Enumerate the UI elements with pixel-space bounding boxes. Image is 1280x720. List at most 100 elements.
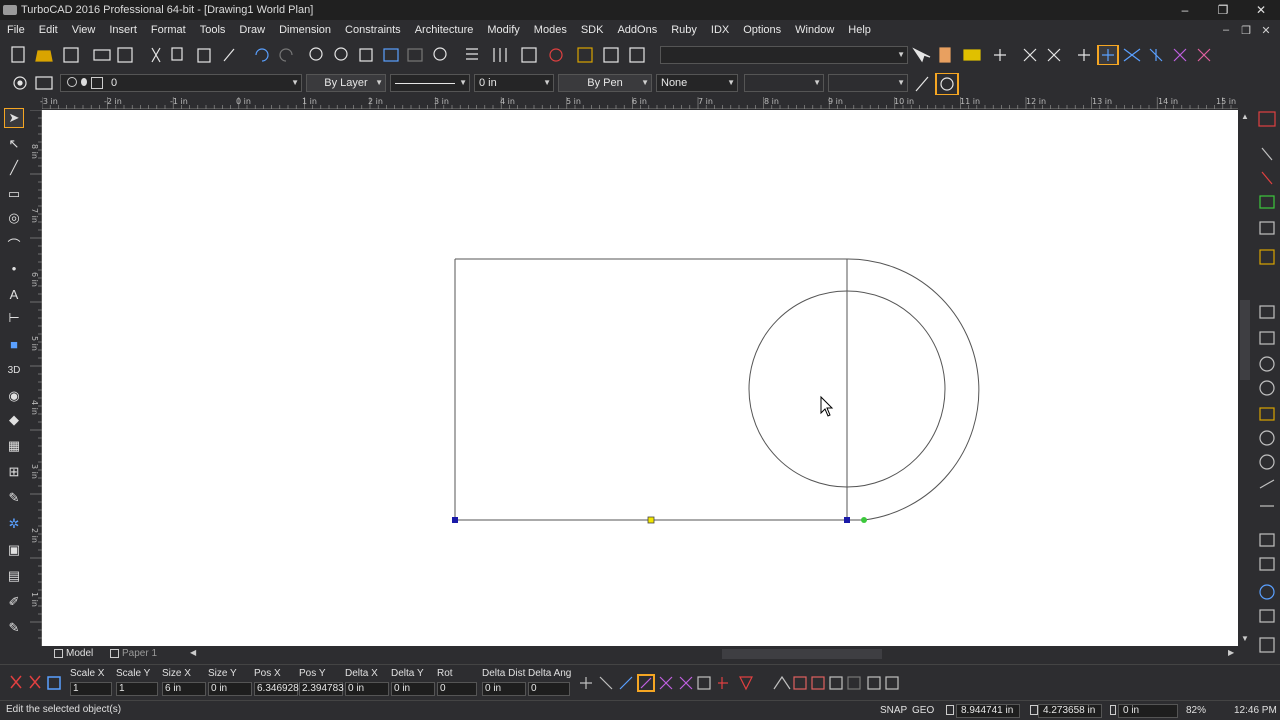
layer-combo[interactable]: 0 ▼ (60, 74, 302, 92)
menu-help[interactable]: Help (841, 20, 878, 40)
vertical-scroll-thumb[interactable] (1240, 300, 1250, 380)
grid-tool-icon[interactable]: ▦ (4, 436, 24, 456)
render-tool-icon[interactable]: ◉ (4, 386, 24, 406)
pen-tool-icon[interactable]: ✎ (4, 488, 24, 508)
horizontal-scroll-thumb[interactable] (722, 649, 882, 659)
clock: 12:46 PM (1234, 705, 1277, 716)
menu-view[interactable]: View (65, 20, 103, 40)
rotation-label: Rot (437, 668, 453, 679)
dimension-tool-icon[interactable]: ⊢ (4, 308, 24, 328)
insert-tool-icon[interactable]: ▤ (4, 566, 24, 586)
rotation-field[interactable]: 0 (437, 682, 477, 696)
size-x-field[interactable]: 6 in (162, 682, 206, 696)
menu-edit[interactable]: Edit (32, 20, 65, 40)
paste-icon (197, 48, 211, 63)
menu-ruby[interactable]: Ruby (664, 20, 704, 40)
edit-tool-icon[interactable]: ↖ (4, 134, 24, 154)
menu-window[interactable]: Window (788, 20, 841, 40)
zoom-full-icon (433, 47, 447, 61)
snap-toggle[interactable]: SNAP (880, 704, 907, 718)
scroll-up-icon[interactable]: ▲ (1241, 112, 1249, 121)
scale-x-field[interactable]: 1 (70, 682, 112, 696)
menu-architecture[interactable]: Architecture (408, 20, 481, 40)
offset-icon (829, 676, 843, 690)
delta-dist-field[interactable]: 0 in (482, 682, 526, 696)
tab-paper-1[interactable]: Paper 1 (108, 647, 157, 661)
arc-tool-icon[interactable]: ⌒ (4, 234, 24, 254)
paper-icon (110, 649, 119, 658)
minimize-button[interactable]: – (1166, 0, 1204, 20)
delta-y-field[interactable]: 0 in (391, 682, 435, 696)
line-tool-icon[interactable]: ╱ (4, 158, 24, 178)
line-style-combo[interactable]: ▼ (390, 74, 470, 92)
geo-toggle[interactable]: GEO (912, 704, 934, 718)
menu-options[interactable]: Options (736, 20, 788, 40)
print-icon (93, 49, 111, 61)
measure-tool-icon[interactable]: ⊞ (4, 462, 24, 482)
scroll-down-icon[interactable]: ▼ (1241, 634, 1249, 643)
delta-angle-field[interactable]: 0 (528, 682, 570, 696)
rectangle-tool-icon[interactable]: ▭ (4, 184, 24, 204)
cone-icon (1259, 454, 1275, 470)
menu-dimension[interactable]: Dimension (272, 20, 338, 40)
y-coordinate-field[interactable]: 4.273658 in (1038, 704, 1102, 718)
scroll-left-icon[interactable]: ◀ (190, 648, 196, 657)
pattern-combo[interactable]: None ▼ (656, 74, 738, 92)
point-tool-icon[interactable]: • (4, 258, 24, 278)
gear-tool-icon[interactable]: ✲ (4, 514, 24, 534)
doc-restore-button[interactable]: ❐ (1236, 20, 1256, 40)
modify-tool-icon[interactable]: ◆ (4, 410, 24, 430)
drawing-canvas[interactable] (42, 110, 1238, 646)
select-tool-icon[interactable]: ➤ (4, 108, 24, 128)
ruler-label: 8 in (764, 97, 779, 106)
menu-draw[interactable]: Draw (232, 20, 272, 40)
x-coordinate-field[interactable]: 8.944741 in (956, 704, 1020, 718)
fill-tool-icon[interactable]: ■ (4, 334, 24, 354)
chamfer-icon (847, 676, 861, 690)
pos-x-field[interactable]: 6.346928 (254, 682, 299, 696)
text-tool-icon[interactable]: A (4, 284, 24, 304)
color-icon (549, 48, 563, 62)
menu-tools[interactable]: Tools (193, 20, 233, 40)
circle-tool-icon[interactable]: ◎ (4, 208, 24, 228)
property-toolbar: 0 ▼ By Layer ▼ ▼ 0 in ▼ By Pen ▼ None ▼ ▼ ▼ (0, 70, 1280, 96)
scale-y-field[interactable]: 1 (116, 682, 158, 696)
menu-idx[interactable]: IDX (704, 20, 736, 40)
3d-tool-icon[interactable]: 3D (4, 360, 24, 380)
command-combo[interactable]: ▼ (660, 46, 908, 64)
maximize-button[interactable]: ❐ (1204, 0, 1242, 20)
menu-sdk[interactable]: SDK (574, 20, 611, 40)
size-y-field[interactable]: 0 in (208, 682, 252, 696)
standard-toolbar: ▼ (0, 42, 1280, 68)
ruler-label: 3 in (30, 464, 39, 479)
line-width-combo[interactable]: 0 in ▼ (474, 74, 554, 92)
z-coordinate-field[interactable]: 0 in (1118, 704, 1178, 718)
close-button[interactable]: ✕ (1242, 0, 1280, 20)
cut-icon (151, 47, 161, 63)
pos-y-field[interactable]: 2.394783 (299, 682, 344, 696)
menu-format[interactable]: Format (144, 20, 193, 40)
pos-y-label: Pos Y (299, 668, 326, 679)
menu-constraints[interactable]: Constraints (338, 20, 408, 40)
pen-combo[interactable]: By Pen ▼ (558, 74, 652, 92)
block-tool-icon[interactable]: ▣ (4, 540, 24, 560)
menu-modes[interactable]: Modes (527, 20, 574, 40)
vertical-scrollbar[interactable]: ▲ ▼ (1238, 110, 1252, 646)
size-x-label: Size X (162, 668, 191, 679)
snap-intersection-icon (1123, 48, 1141, 62)
delta-x-field[interactable]: 0 in (345, 682, 389, 696)
menu-insert[interactable]: Insert (102, 20, 144, 40)
doc-minimize-button[interactable]: – (1216, 20, 1236, 40)
doc-close-button[interactable]: ✕ (1256, 20, 1276, 40)
property-extra-icons (915, 73, 959, 95)
menu-file[interactable]: File (0, 20, 32, 40)
inspector-tool-icons (580, 674, 899, 692)
menu-modify[interactable]: Modify (480, 20, 526, 40)
scroll-right-icon[interactable]: ▶ (1228, 648, 1234, 657)
ruler-label: 6 in (632, 97, 647, 106)
extra-tool-icon[interactable]: ✎ (4, 618, 24, 638)
misc-tool-icon[interactable]: ✐ (4, 592, 24, 612)
tab-model[interactable]: Model (52, 647, 93, 661)
color-combo[interactable]: By Layer ▼ (306, 74, 386, 92)
menu-addons[interactable]: AddOns (610, 20, 664, 40)
